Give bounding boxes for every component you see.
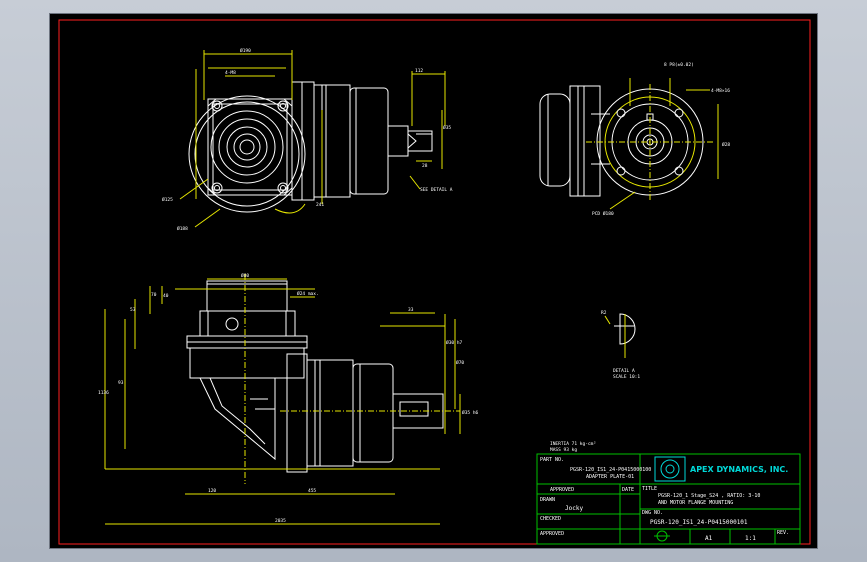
dim-d1: Ø190 [240, 47, 251, 54]
title-label: TITLE [642, 486, 657, 492]
dim-side-h5: 40 [163, 293, 169, 299]
rev-label: REV. [777, 530, 789, 536]
dim-shaft-len: 112 [415, 68, 423, 74]
detail-label: DETAIL A [613, 368, 635, 374]
dim-shaft-w: 28 [422, 163, 428, 169]
dim-side-d-flange: Ø30 h7 [446, 339, 463, 346]
inertia-note: INERTIA 71 kg-cm² [550, 441, 596, 447]
side-view: 8 P8(±0.02) 4-M8×16 Ø28 PCD Ø180 [539, 62, 730, 217]
front-view: Ø190 4-M8 112 Ø35 28 241 SEE DETAIL A Ø1… [162, 47, 453, 232]
date-label: DATE [622, 487, 634, 493]
cad-drawing-canvas[interactable]: Ø190 4-M8 112 Ø35 28 241 SEE DETAIL A Ø1… [49, 13, 818, 549]
drawing-svg: Ø190 4-M8 112 Ø35 28 241 SEE DETAIL A Ø1… [58, 19, 811, 545]
dim-side-h3: 53 [130, 307, 136, 313]
dim-right-d: Ø28 [722, 141, 730, 148]
dwg-no-label: DWG NO. [642, 510, 663, 516]
dwg-no: PGSR-120_IS1_24-P0415000101 [650, 519, 748, 526]
dim-d3: Ø125 [162, 196, 173, 203]
drawn-by: Jocky [565, 505, 583, 512]
mass-note: MASS 93 kg [550, 447, 577, 453]
dim-side-len2: 455 [308, 488, 316, 494]
dim-side-d-shaft: Ø70 [456, 359, 464, 366]
dim-side-len1: 120 [208, 488, 216, 494]
dim-side-h1: 1136 [98, 390, 109, 396]
title-line2: AND MOTOR FLANGE MOUNTING [658, 500, 733, 506]
detail-a: R2 DETAIL A SCALE 10:1 [601, 310, 640, 380]
dim-side-h4: 70 [151, 292, 157, 298]
dim-side-h2: 93 [118, 380, 124, 386]
dim-height: 241 [316, 202, 324, 208]
elevation-view: Ø80 Ø24 max. 1136 93 53 70 40 120 455 20… [98, 272, 479, 525]
dim-pcd: PCD Ø180 [592, 210, 614, 217]
part-no-line2: ADAPTER PLATE-01 [586, 474, 634, 480]
dim-shaft-d: Ø35 [443, 124, 451, 131]
dim-side-r: R2 [601, 310, 607, 316]
approved-label: APPROVED [550, 487, 574, 493]
part-no-line1: PGSR-120_IS1_24-P0415000100 [570, 467, 651, 473]
dim-side-d-key: Ø35 h6 [462, 409, 479, 416]
drawn-label: DRAWN [540, 497, 555, 503]
checked-label: CHECKED [540, 516, 561, 522]
dim-side-h6: 33 [408, 307, 414, 313]
dim-side-d2: Ø24 max. [297, 290, 319, 297]
dim-side-top: Ø80 [241, 272, 249, 279]
approved2-label: APPROVED [540, 531, 564, 537]
see-detail-note: SEE DETAIL A [420, 187, 453, 193]
dim-side-len3: 2035 [275, 518, 286, 524]
dim-key: 8 P8(±0.02) [664, 62, 694, 68]
svg-text:4-M8: 4-M8 [225, 70, 236, 76]
title-line1: PGSR-120_1 Stage_S24 , RATIO: 3-10 [658, 493, 760, 499]
detail-scale: SCALE 10:1 [613, 374, 640, 380]
size-value: A1 [705, 535, 713, 542]
dim-holes: 4-M8×16 [711, 88, 730, 94]
company-name: APEX DYNAMICS, INC. [690, 465, 788, 474]
scale-value: 1:1 [745, 535, 756, 542]
part-no-label: PART NO. [540, 457, 564, 463]
dim-d4: Ø188 [177, 225, 188, 232]
